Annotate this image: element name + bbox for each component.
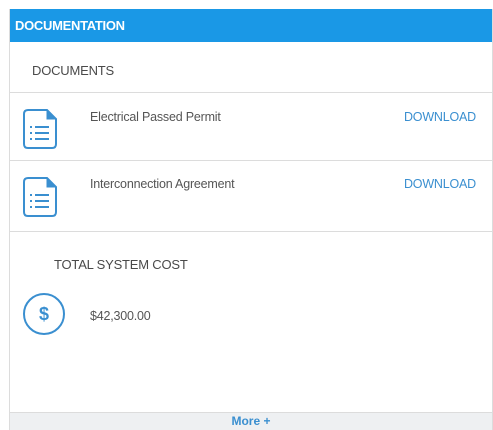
document-name: Interconnection Agreement [90, 177, 235, 191]
download-link[interactable]: DOWNLOAD [404, 110, 476, 124]
documentation-panel: DOCUMENTATION DOCUMENTS Electrical Passe… [9, 9, 493, 430]
document-row: Electrical Passed Permit DOWNLOAD [10, 93, 492, 161]
document-icon [23, 109, 57, 149]
documents-section-title: DOCUMENTS [10, 42, 492, 93]
total-system-cost-title: TOTAL SYSTEM COST [54, 257, 188, 272]
download-link[interactable]: DOWNLOAD [404, 177, 476, 191]
total-system-cost-value: $42,300.00 [90, 309, 151, 323]
panel-header: DOCUMENTATION [10, 9, 492, 42]
document-icon [23, 177, 57, 217]
dollar-icon: $ [23, 293, 65, 335]
document-row: Interconnection Agreement DOWNLOAD [10, 161, 492, 232]
document-name: Electrical Passed Permit [90, 110, 221, 124]
more-button[interactable]: More + [10, 412, 492, 430]
